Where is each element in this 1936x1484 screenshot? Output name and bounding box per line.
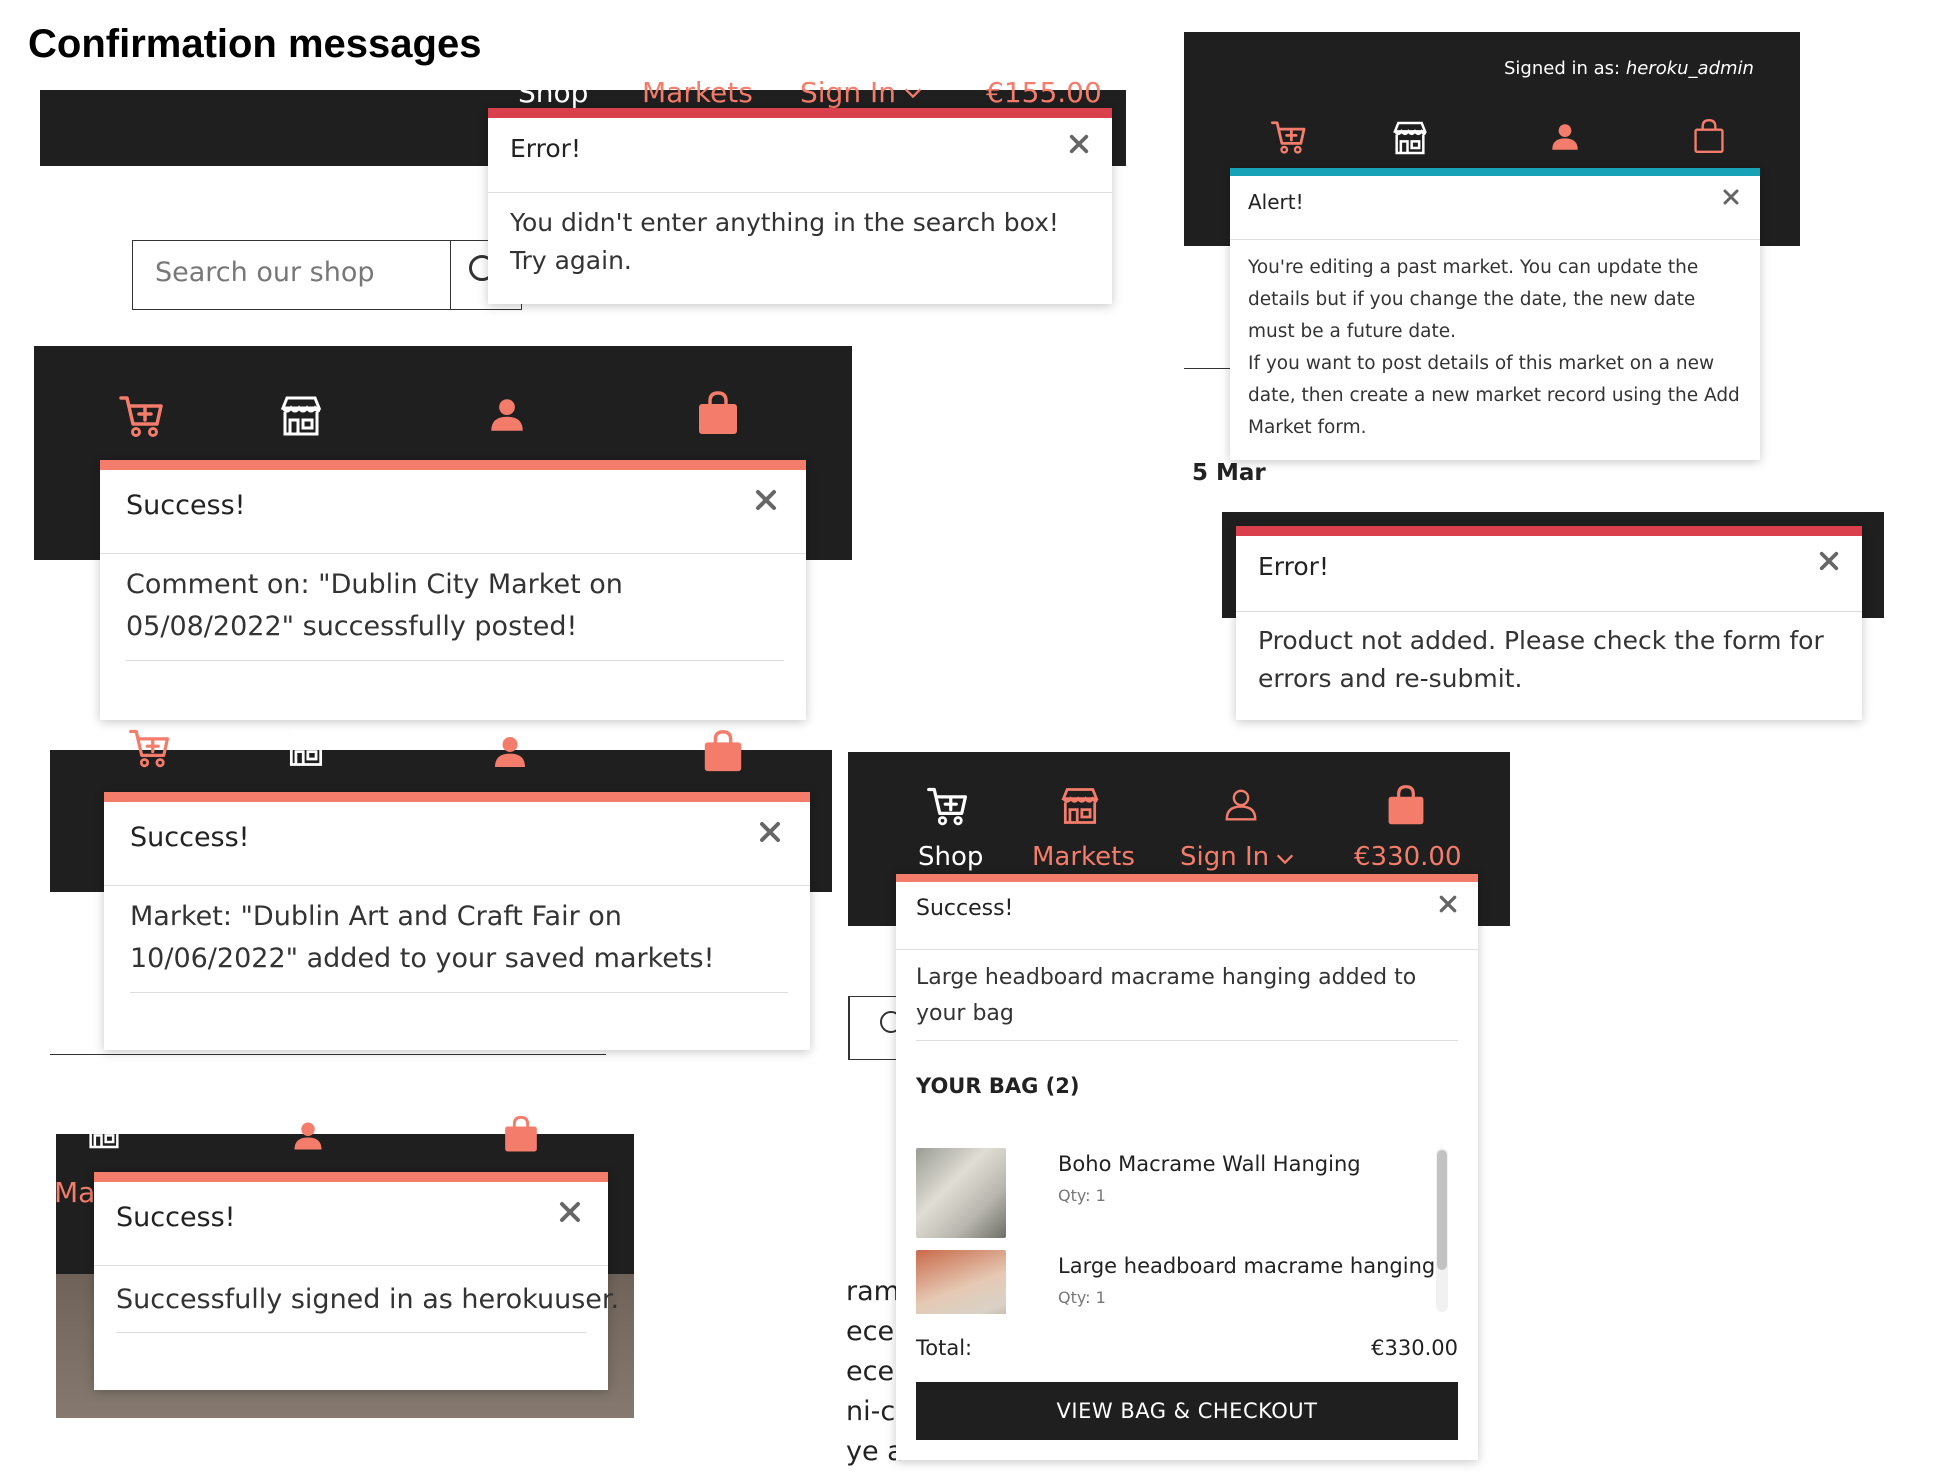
page-title: Confirmation messages: [28, 22, 482, 66]
toast-bag-success: Success! Large headboard macrame hanging…: [896, 874, 1478, 1460]
cart-plus-icon[interactable]: [128, 726, 172, 770]
toast-market-saved: Success! Market: "Dublin Art and Craft F…: [104, 792, 810, 1050]
bag-item-qty: Qty: 1: [1058, 1186, 1106, 1205]
bag-icon[interactable]: [1384, 782, 1428, 828]
toast-success-bar: [100, 460, 806, 470]
toast-title: Alert!: [1248, 190, 1304, 214]
close-icon[interactable]: [1068, 133, 1090, 155]
list-item[interactable]: Large headboard macrame hanging Qty: 1: [916, 1250, 1436, 1314]
list-item[interactable]: Boho Macrame Wall Hanging Qty: 1: [916, 1144, 1416, 1244]
toast-comment-success: Success! Comment on: "Dublin City Market…: [100, 460, 806, 720]
toast-title: Success!: [916, 896, 1014, 921]
toast-error-bar: [1236, 526, 1862, 536]
toast-message: Comment on: "Dublin City Market on 05/08…: [126, 569, 623, 642]
bag-items-list: Boho Macrame Wall Hanging Qty: 1 Large h…: [916, 1144, 1446, 1314]
close-icon[interactable]: [1818, 550, 1840, 572]
cart-plus-icon[interactable]: [926, 784, 970, 828]
store-icon[interactable]: [1058, 784, 1102, 828]
bag-icon[interactable]: [700, 728, 746, 774]
bag-icon[interactable]: [1690, 116, 1728, 156]
toast-info-bar: [1230, 168, 1760, 176]
bag-total-value: €330.00: [1371, 1336, 1458, 1360]
search-input-placeholder: Search our shop: [155, 257, 375, 288]
nav-markets-link[interactable]: Markets: [642, 76, 753, 109]
toast-divider: [130, 992, 788, 993]
signed-in-label: Signed in as: heroku_admin: [1504, 58, 1754, 79]
divider-line: [1184, 368, 1230, 369]
nav-bag-total[interactable]: €330.00: [1354, 842, 1462, 872]
toast-title: Success!: [130, 822, 250, 853]
toast-signin-success: Success! Successfully signed in as herok…: [94, 1172, 620, 1390]
cart-plus-icon[interactable]: [118, 392, 166, 440]
toast-error-bar: [488, 108, 1112, 118]
toast-success-bar: [94, 1172, 608, 1182]
chevron-down-icon[interactable]: [902, 82, 924, 104]
toast-message: You're editing a past market. You can up…: [1248, 252, 1742, 444]
signed-in-user: heroku_admin: [1625, 58, 1754, 79]
user-icon[interactable]: [490, 732, 530, 772]
store-icon[interactable]: [82, 1112, 126, 1152]
toast-header: [488, 118, 1112, 193]
store-icon[interactable]: [276, 392, 326, 440]
scrollbar-thumb[interactable]: [1437, 1150, 1447, 1270]
store-icon[interactable]: [1390, 118, 1430, 158]
toast-title: Success!: [126, 490, 246, 521]
nav-markets-fragment[interactable]: Ma: [54, 1176, 95, 1209]
nav-sign-in-link[interactable]: Sign In: [1180, 842, 1269, 872]
chevron-down-icon[interactable]: [1274, 848, 1296, 870]
nav-shop-link[interactable]: Shop: [518, 76, 588, 109]
bag-items-scrollbar[interactable]: [1436, 1148, 1448, 1312]
close-icon[interactable]: [758, 820, 782, 844]
user-icon[interactable]: [1548, 120, 1582, 154]
view-bag-checkout-button[interactable]: VIEW BAG & CHECKOUT: [916, 1382, 1458, 1440]
toast-message: Large headboard macrame hanging added to…: [916, 965, 1417, 1026]
toast-message-line-2: If you want to post details of this mark…: [1248, 353, 1740, 438]
cart-plus-icon[interactable]: [1270, 118, 1308, 156]
search-input-fragment[interactable]: [848, 996, 902, 1060]
close-icon[interactable]: [558, 1200, 582, 1224]
toast-message-line-1: You're editing a past market. You can up…: [1248, 257, 1699, 342]
bag-item-qty: Qty: 1: [1058, 1288, 1106, 1307]
toast-message: Product not added. Please check the form…: [1258, 626, 1824, 693]
toast-success-bar: [896, 874, 1478, 882]
market-date-fragment: 5 Mar: [1192, 460, 1266, 486]
product-image[interactable]: [916, 1250, 1006, 1314]
user-icon[interactable]: [486, 394, 528, 436]
close-icon[interactable]: [1722, 188, 1740, 206]
bag-icon[interactable]: [694, 388, 742, 438]
close-icon[interactable]: [754, 488, 778, 512]
divider-line: [50, 1054, 606, 1055]
bag-icon[interactable]: [500, 1114, 542, 1154]
toast-product-error: Error! Product not added. Please check t…: [1236, 526, 1862, 720]
toast-header: [1236, 536, 1862, 612]
toast-message: You didn't enter anything in the search …: [510, 208, 1059, 275]
bag-heading: YOUR BAG (2): [916, 1074, 1080, 1098]
toast-title: Error!: [1258, 552, 1329, 581]
toast-divider: [916, 1040, 1458, 1041]
checkout-button-label: VIEW BAG & CHECKOUT: [1056, 1399, 1318, 1423]
toast-divider: [126, 660, 784, 661]
toast-title: Error!: [510, 134, 581, 163]
toast-alert: Alert! You're editing a past market. You…: [1230, 168, 1760, 460]
store-icon[interactable]: [282, 726, 330, 770]
toast-success-bar: [104, 792, 810, 802]
bag-item-name[interactable]: Large headboard macrame hanging: [1058, 1254, 1435, 1278]
toast-divider: [116, 1332, 586, 1333]
close-icon[interactable]: [1438, 894, 1458, 914]
bag-item-name[interactable]: Boho Macrame Wall Hanging: [1058, 1152, 1361, 1176]
toast-message: Market: "Dublin Art and Craft Fair on 10…: [130, 901, 715, 974]
search-input[interactable]: Search our shop: [132, 240, 452, 310]
nav-sign-in-link[interactable]: Sign In: [800, 76, 896, 109]
user-icon[interactable]: [1222, 786, 1260, 824]
nav-shop-link[interactable]: Shop: [918, 842, 983, 872]
toast-message: Successfully signed in as herokuuser.: [116, 1284, 620, 1315]
bag-total-label: Total:: [916, 1336, 973, 1360]
user-icon[interactable]: [290, 1118, 326, 1154]
nav-bag-total[interactable]: €155.00: [986, 76, 1102, 109]
toast-header: [1230, 176, 1760, 240]
nav-markets-link[interactable]: Markets: [1032, 842, 1135, 872]
toast-search-error: Error! You didn't enter anything in the …: [488, 108, 1112, 304]
product-image[interactable]: [916, 1148, 1006, 1238]
toast-title: Success!: [116, 1202, 236, 1233]
